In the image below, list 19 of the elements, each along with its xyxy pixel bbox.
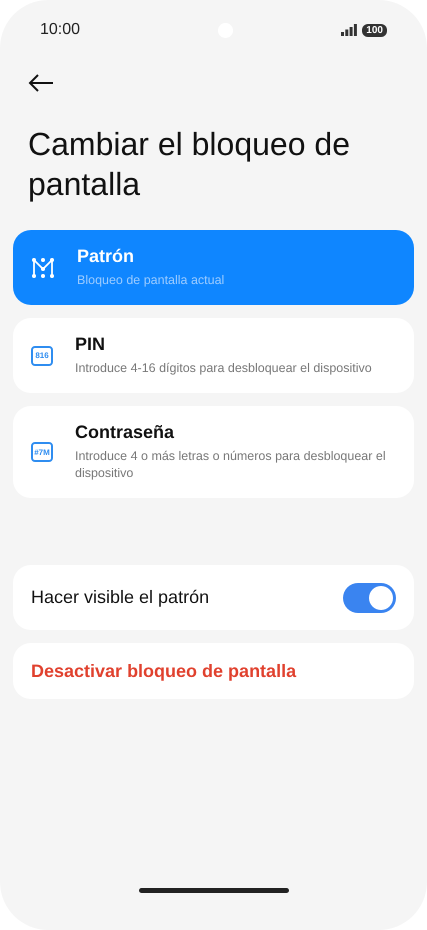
option-title: PIN — [75, 334, 106, 355]
option-title: Patrón — [77, 246, 136, 267]
password-icon: #7M — [31, 442, 53, 462]
disable-lock-button[interactable]: Desactivar bloqueo de pantalla — [13, 643, 414, 699]
pin-icon: 816 — [31, 346, 53, 366]
lock-option[interactable]: Patrón Bloqueo de pantalla actual — [13, 230, 414, 305]
option-title: Contraseña — [75, 422, 176, 443]
toggle-switch[interactable] — [343, 582, 396, 612]
lock-option[interactable]: #7M Contraseña Introduce 4 o más letras o números para desbloquear el dispositivo — [13, 406, 414, 498]
pattern-icon — [31, 256, 55, 280]
status-time: 10:00 — [40, 21, 80, 39]
option-description: Introduce 4-16 dígitos para desbloquear el dispositivo — [75, 360, 372, 377]
setting-label: Hacer visible el patrón — [31, 587, 210, 608]
page-title: Cambiar el bloqueo de pantalla — [28, 125, 351, 204]
signal-icon — [341, 24, 358, 36]
option-description: Introduce 4 o más letras o números para desbloquear el dispositivo — [75, 448, 387, 482]
battery-icon: 100 — [362, 24, 387, 36]
lock-option[interactable]: 816 PIN Introduce 4-16 dígitos para desbloquear el dispositivo — [13, 318, 414, 393]
option-description: Bloqueo de pantalla actual — [77, 272, 224, 289]
